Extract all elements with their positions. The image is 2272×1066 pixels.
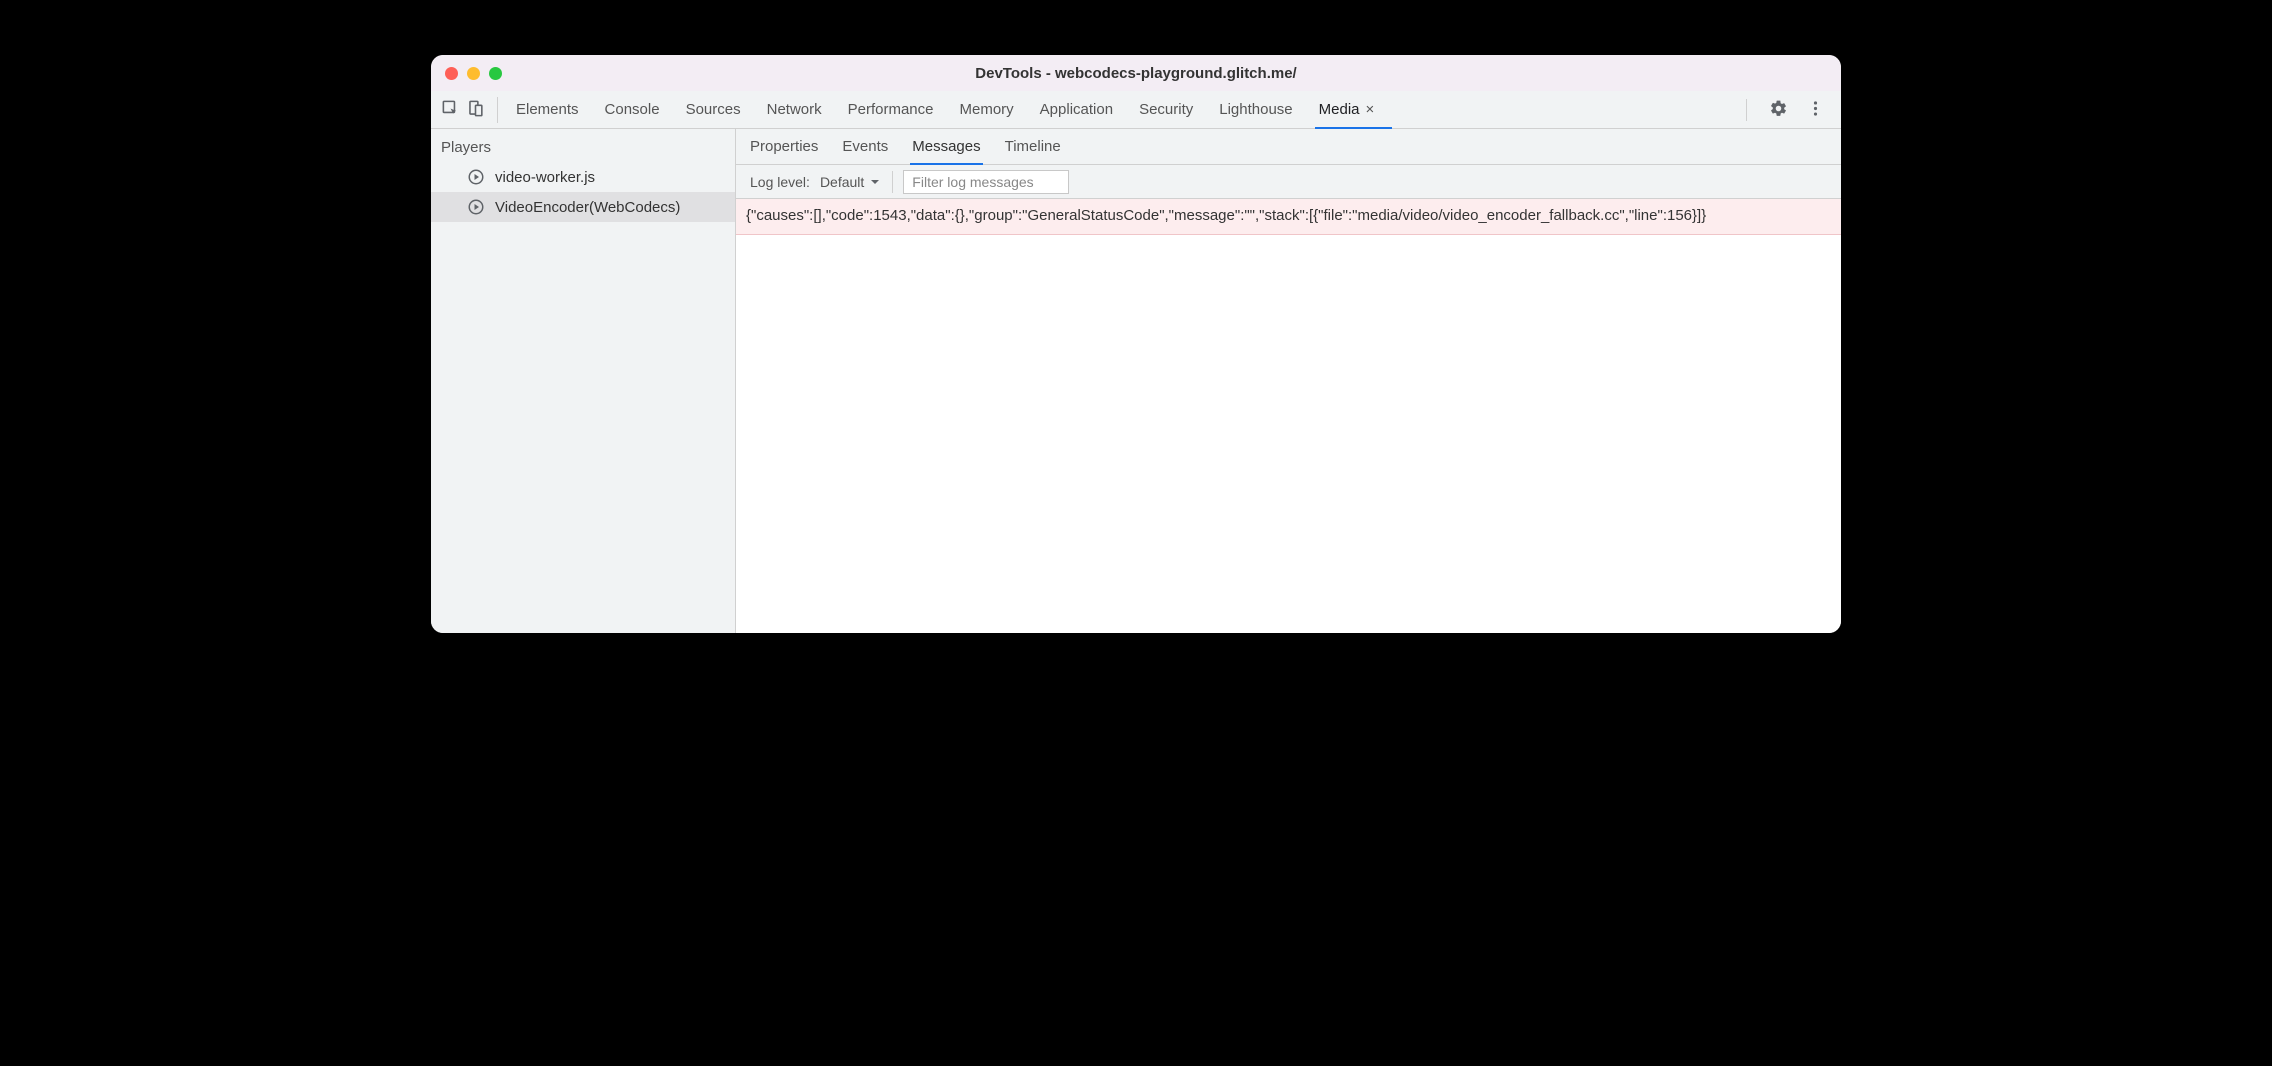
tab-network[interactable]: Network [767, 91, 822, 128]
subtab-messages[interactable]: Messages [912, 129, 980, 164]
settings-icon[interactable] [1769, 99, 1788, 121]
window-titlebar: DevTools - webcodecs-playground.glitch.m… [431, 55, 1841, 91]
player-label: video-worker.js [495, 169, 595, 186]
media-sub-tabs: Properties Events Messages Timeline [736, 129, 1841, 165]
log-message[interactable]: {"causes":[],"code":1543,"data":{},"grou… [736, 199, 1841, 235]
devtools-window: DevTools - webcodecs-playground.glitch.m… [431, 55, 1841, 633]
tab-lighthouse[interactable]: Lighthouse [1219, 91, 1292, 128]
subtab-events[interactable]: Events [842, 129, 888, 164]
subtab-timeline[interactable]: Timeline [1005, 129, 1061, 164]
player-label: VideoEncoder(WebCodecs) [495, 199, 680, 216]
body: Players video-worker.js VideoEncoder(WebC… [431, 129, 1841, 633]
players-heading: Players [431, 129, 735, 162]
window-title: DevTools - webcodecs-playground.glitch.m… [431, 65, 1841, 82]
tab-console[interactable]: Console [605, 91, 660, 128]
messages-list: {"causes":[],"code":1543,"data":{},"grou… [736, 199, 1841, 633]
tab-elements[interactable]: Elements [516, 91, 579, 128]
tab-application[interactable]: Application [1040, 91, 1113, 128]
log-level-label: Log level: [750, 174, 810, 190]
close-tab-icon[interactable]: × [1366, 101, 1375, 118]
players-list: video-worker.js VideoEncoder(WebCodecs) [431, 162, 735, 222]
main-tabs: Elements Console Sources Network Performance… [516, 91, 1374, 128]
players-sidebar: Players video-worker.js VideoEncoder(WebC… [431, 129, 736, 633]
log-level-value: Default [820, 174, 864, 190]
filter-input[interactable] [903, 170, 1069, 194]
player-item[interactable]: video-worker.js [431, 162, 735, 192]
log-level-select[interactable]: Default [820, 171, 893, 193]
inspect-element-icon[interactable] [441, 99, 460, 121]
media-panel: Properties Events Messages Timeline Log lev… [736, 129, 1841, 633]
tab-media[interactable]: Media× [1319, 91, 1375, 128]
device-toolbar-icon[interactable] [466, 99, 485, 121]
toolbar-left [441, 97, 498, 123]
filter-row: Log level: Default [736, 165, 1841, 199]
subtab-properties[interactable]: Properties [750, 129, 818, 164]
maximize-window-button[interactable] [489, 67, 502, 80]
chevron-down-icon [870, 174, 880, 190]
minimize-window-button[interactable] [467, 67, 480, 80]
close-window-button[interactable] [445, 67, 458, 80]
main-tab-bar: Elements Console Sources Network Performance… [431, 91, 1841, 129]
player-item[interactable]: VideoEncoder(WebCodecs) [431, 192, 735, 222]
tab-memory[interactable]: Memory [960, 91, 1014, 128]
tab-security[interactable]: Security [1139, 91, 1193, 128]
play-icon [467, 168, 485, 186]
divider [1746, 99, 1747, 121]
toolbar-right [1746, 97, 1841, 123]
window-controls [431, 67, 502, 80]
tab-performance[interactable]: Performance [848, 91, 934, 128]
play-icon [467, 198, 485, 216]
more-menu-icon[interactable] [1806, 99, 1825, 121]
tab-sources[interactable]: Sources [686, 91, 741, 128]
